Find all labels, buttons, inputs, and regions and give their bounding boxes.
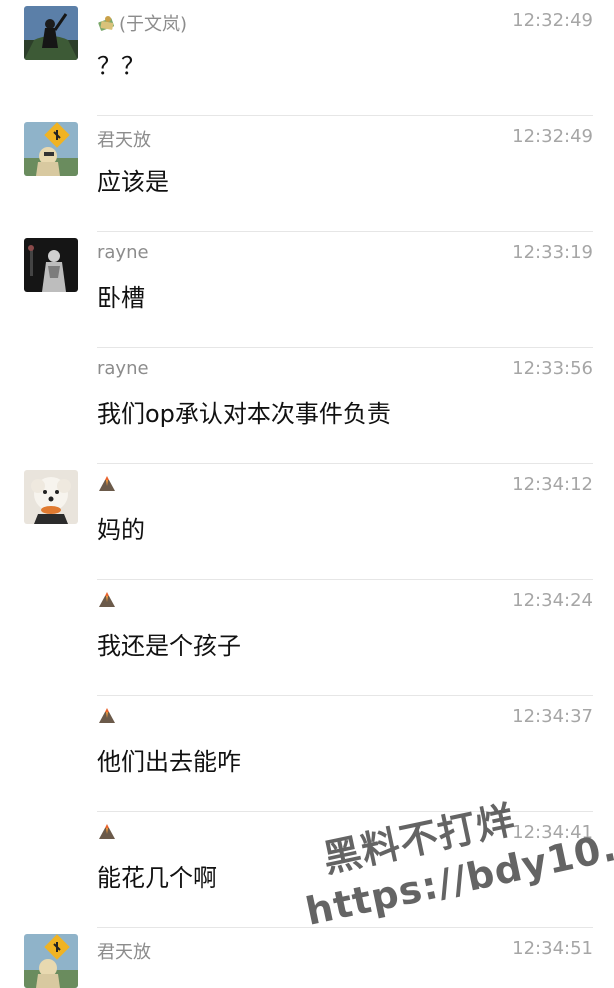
avatar[interactable] — [24, 934, 78, 988]
chat-message[interactable]: 12:34:24 我还是个孩子 — [0, 580, 614, 696]
chat-message-list: (于文岚) 12:32:49 ？？ 君天放 12:32:49 应该是 rayne… — [0, 0, 614, 988]
message-time: 12:34:12 — [512, 474, 593, 495]
message-time: 12:34:51 — [512, 938, 593, 959]
sender-name: 君天放 — [97, 938, 151, 964]
message-time: 12:33:19 — [512, 242, 593, 263]
message-text: 他们出去能咋 — [97, 748, 241, 776]
message-text: ？？ — [97, 52, 145, 80]
sender-name-text: 君天放 — [97, 942, 151, 963]
volcano-icon — [97, 822, 117, 840]
volcano-icon — [97, 590, 117, 608]
sender-name: rayne — [97, 242, 149, 263]
sender-name-text: 君天放 — [97, 130, 151, 151]
sender-name-text: (于文岚) — [119, 14, 188, 35]
message-text: 妈的 — [97, 516, 145, 544]
sender-name — [97, 706, 119, 724]
sender-name: 君天放 — [97, 126, 151, 152]
sender-name — [97, 822, 119, 840]
chat-message[interactable]: 君天放 12:34:51 — [0, 928, 614, 988]
sender-name — [97, 474, 119, 492]
message-time: 12:34:41 — [512, 822, 593, 843]
money-bag-icon — [97, 14, 117, 32]
volcano-icon — [97, 706, 117, 724]
message-time: 12:34:24 — [512, 590, 593, 611]
message-text: 卧槽 — [97, 284, 145, 312]
sender-name: (于文岚) — [97, 10, 187, 36]
chat-message[interactable]: (于文岚) 12:32:49 ？？ — [0, 0, 614, 116]
sender-name-text: rayne — [97, 242, 149, 263]
message-time: 12:32:49 — [512, 10, 593, 31]
chat-message[interactable]: 12:34:41 能花几个啊 — [0, 812, 614, 928]
message-text: 我们op承认对本次事件负责 — [97, 400, 391, 428]
avatar[interactable] — [24, 6, 78, 60]
avatar[interactable] — [24, 470, 78, 524]
sender-name: rayne — [97, 358, 149, 379]
message-time: 12:34:37 — [512, 706, 593, 727]
avatar[interactable] — [24, 238, 78, 292]
chat-message[interactable]: 12:34:37 他们出去能咋 — [0, 696, 614, 812]
chat-message[interactable]: 君天放 12:32:49 应该是 — [0, 116, 614, 232]
chat-message[interactable]: rayne 12:33:19 卧槽 — [0, 232, 614, 348]
message-time: 12:32:49 — [512, 126, 593, 147]
message-text: 能花几个啊 — [97, 864, 217, 892]
chat-message[interactable]: 12:34:12 妈的 — [0, 464, 614, 580]
message-text: 应该是 — [97, 168, 169, 196]
sender-name — [97, 590, 119, 608]
volcano-icon — [97, 474, 117, 492]
chat-message[interactable]: rayne 12:33:56 我们op承认对本次事件负责 — [0, 348, 614, 464]
avatar[interactable] — [24, 122, 78, 176]
message-time: 12:33:56 — [512, 358, 593, 379]
sender-name-text: rayne — [97, 358, 149, 379]
message-text: 我还是个孩子 — [97, 632, 241, 660]
